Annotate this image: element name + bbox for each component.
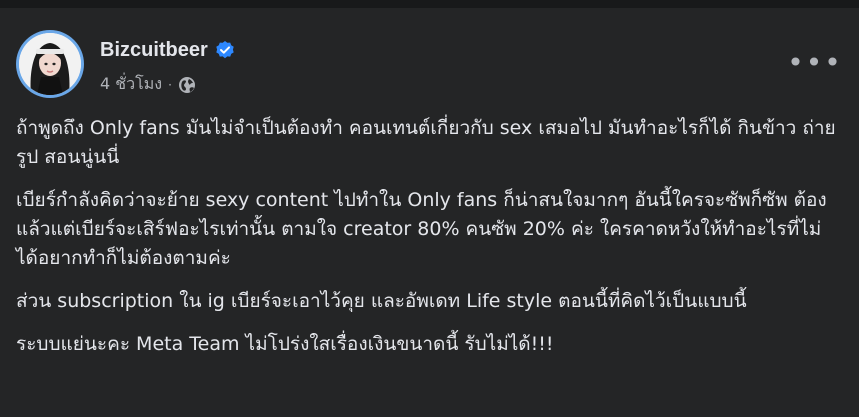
- post-card: Bizcuitbeer 4 ชั่วโมง · ••• ถ้าพูดถึง On…: [0, 8, 859, 417]
- post-paragraph-3: ส่วน subscription ใน ig เบียร์จะเอาไว้คุ…: [16, 290, 747, 312]
- avatar-photo: [19, 33, 81, 95]
- post-header: Bizcuitbeer 4 ชั่วโมง · •••: [16, 30, 843, 100]
- more-options-icon[interactable]: •••: [787, 42, 841, 82]
- post-meta: 4 ชั่วโมง ·: [100, 72, 196, 97]
- author-name[interactable]: Bizcuitbeer: [100, 39, 208, 62]
- post-paragraph-1: ถ้าพูดถึง Only fans มันไม่จำเป็นต้องทำ ค…: [16, 117, 836, 168]
- post-paragraph-2: เบียร์กำลังคิดว่าจะย้าย sexy content ไปท…: [16, 189, 827, 269]
- post-paragraph-4: ระบบแย่นะคะ Meta Team ไม่โปร่งใสเรื่องเง…: [16, 333, 554, 355]
- meta-separator: ·: [168, 77, 172, 92]
- verified-badge-icon: [215, 40, 235, 60]
- post-timestamp[interactable]: 4 ชั่วโมง: [100, 72, 162, 97]
- author-row: Bizcuitbeer: [100, 38, 235, 62]
- globe-icon[interactable]: [178, 76, 196, 94]
- post-body: ถ้าพูดถึง Only fans มันไม่จำเป็นต้องทำ ค…: [16, 114, 843, 373]
- avatar[interactable]: [16, 30, 84, 98]
